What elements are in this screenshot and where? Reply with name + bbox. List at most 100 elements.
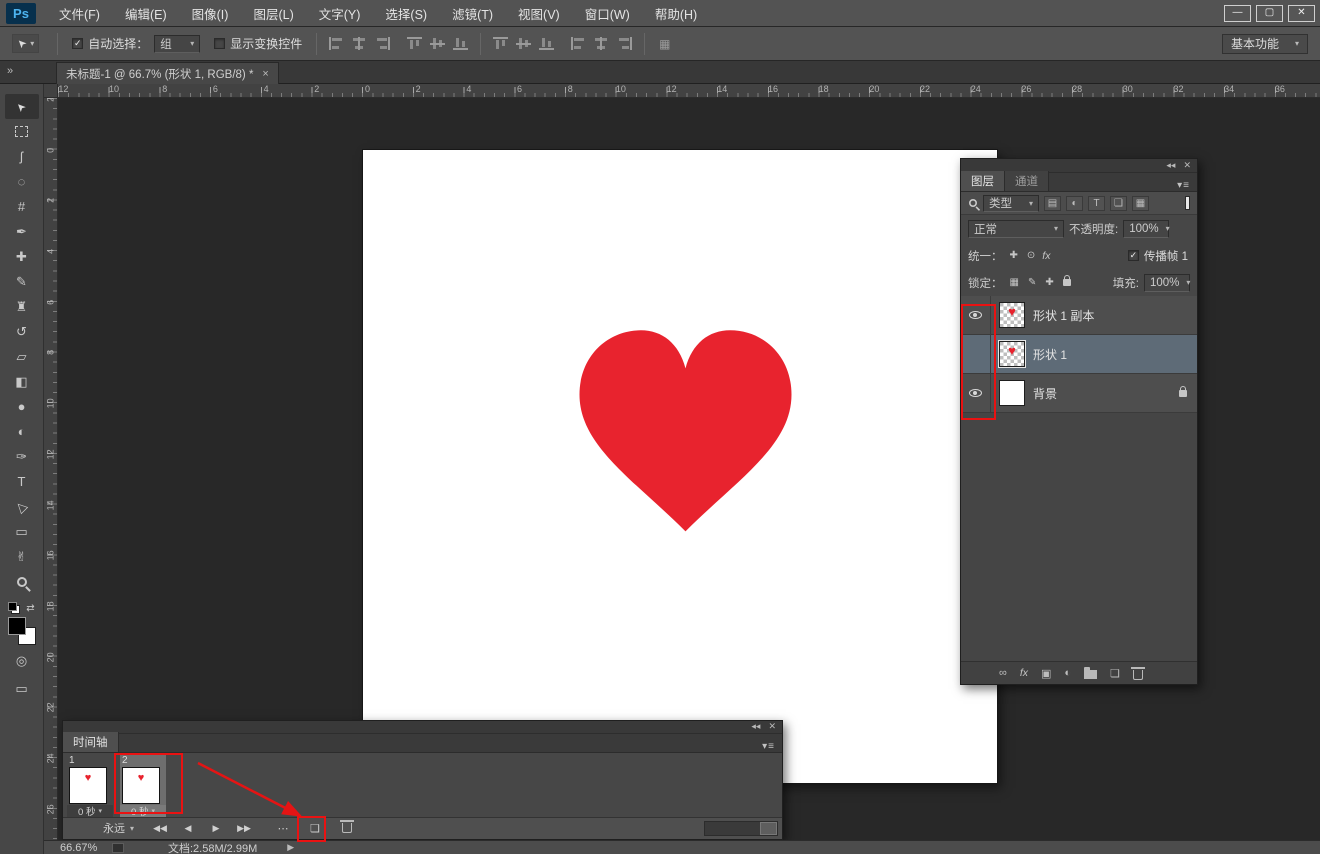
history-brush-tool[interactable]: ↺ — [5, 319, 39, 344]
move-tool[interactable]: ➤ — [5, 94, 39, 119]
align-top-edges-icon[interactable] — [404, 33, 425, 54]
menu-filter[interactable]: 滤镜(T) — [443, 1, 502, 26]
auto-align-layers-icon[interactable]: ▦ — [654, 33, 675, 54]
lock-pixels-icon[interactable]: ✎ — [1028, 277, 1036, 288]
layer-style-icon[interactable]: fx — [1020, 667, 1028, 679]
clone-stamp-tool[interactable]: ♜ — [5, 294, 39, 319]
previous-frame-button[interactable]: ◀ — [176, 823, 200, 834]
align-vertical-centers-icon[interactable] — [427, 33, 448, 54]
panel-menu-icon[interactable]: ▾≡ — [762, 741, 775, 752]
lasso-tool[interactable]: ʃ — [5, 144, 39, 169]
play-button[interactable]: ▶ — [204, 823, 228, 834]
align-right-edges-icon[interactable] — [372, 33, 393, 54]
workspace-switcher[interactable]: 基本功能 — [1222, 34, 1308, 54]
auto-select-target-dropdown[interactable]: 组 — [154, 35, 200, 53]
shape-tool[interactable]: ▭ — [5, 519, 39, 544]
color-swatches[interactable] — [8, 617, 36, 645]
horizontal-ruler[interactable]: 1210864202468101214161820222426283032343… — [58, 84, 1320, 98]
ruler-origin-box[interactable] — [44, 84, 58, 98]
minimize-button[interactable]: — — [1224, 5, 1251, 22]
timeline-scrollbar[interactable] — [704, 821, 778, 836]
menu-select[interactable]: 选择(S) — [376, 1, 436, 26]
filter-adjustment-layers-icon[interactable]: ◐ — [1066, 196, 1083, 211]
lock-transparency-icon[interactable]: ▦ — [1010, 277, 1019, 288]
frame-1[interactable]: 1 0 秒 — [67, 755, 113, 817]
scrollbar-thumb[interactable] — [760, 822, 777, 835]
distribute-bottom-edges-icon[interactable] — [536, 33, 557, 54]
panel-collapse-icon[interactable]: ◂◂ — [751, 721, 760, 732]
distribute-left-edges-icon[interactable] — [568, 33, 589, 54]
distribute-right-edges-icon[interactable] — [614, 33, 635, 54]
app-logo[interactable]: Ps — [6, 3, 36, 24]
document-tab[interactable]: 未标题-1 @ 66.7% (形状 1, RGB/8) * × — [56, 62, 279, 84]
filter-type-layers-icon[interactable]: T — [1088, 196, 1105, 211]
layer-mask-icon[interactable]: ▣ — [1041, 667, 1051, 680]
menu-window[interactable]: 窗口(W) — [576, 1, 639, 26]
unify-position-icon[interactable]: ✚ — [1010, 250, 1018, 261]
layer-row-shape1[interactable]: 形状 1 — [961, 335, 1197, 374]
first-frame-button[interactable]: ◀◀ — [148, 823, 172, 834]
menu-help[interactable]: 帮助(H) — [646, 1, 706, 26]
brush-tool[interactable]: ✎ — [5, 269, 39, 294]
zoom-level-field[interactable]: 66.67% — [60, 842, 112, 854]
status-expand-icon[interactable]: ▶ — [287, 842, 294, 853]
quick-mask-button[interactable]: ◎ — [5, 648, 39, 673]
panel-close-icon[interactable]: ✕ — [768, 721, 776, 732]
distribute-vertical-centers-icon[interactable] — [513, 33, 534, 54]
adjustment-layer-icon[interactable]: ◐ — [1064, 667, 1071, 679]
filter-shape-layers-icon[interactable]: ❏ — [1110, 196, 1127, 211]
crop-tool[interactable]: # — [5, 194, 39, 219]
unify-visibility-icon[interactable]: ⊙ — [1027, 250, 1035, 261]
tab-close-icon[interactable]: × — [262, 68, 268, 80]
delete-frame-button[interactable] — [336, 820, 358, 836]
layer-visibility-toggle[interactable] — [961, 374, 991, 412]
filter-smart-objects-icon[interactable]: ▦ — [1132, 196, 1149, 211]
duplicate-frame-button[interactable]: ❏ — [304, 822, 326, 835]
propagate-frame-checkbox[interactable]: 传播帧 1 — [1128, 248, 1188, 264]
zoom-tool[interactable] — [5, 569, 39, 594]
panel-collapse-icon[interactable]: ◂◂ — [1166, 160, 1175, 171]
hand-tool[interactable]: ✌ — [5, 544, 39, 569]
loop-count-dropdown[interactable]: 永远 — [103, 820, 134, 836]
layer-thumbnail[interactable] — [999, 380, 1025, 406]
pen-tool[interactable]: ✑ — [5, 444, 39, 469]
distribute-top-edges-icon[interactable] — [490, 33, 511, 54]
opacity-dropdown[interactable]: 100% — [1123, 220, 1169, 238]
swap-colors-icon[interactable]: ⇄ — [26, 603, 34, 614]
tab-channels[interactable]: 通道 — [1005, 171, 1049, 191]
new-group-icon[interactable] — [1084, 670, 1097, 679]
menu-view[interactable]: 视图(V) — [509, 1, 569, 26]
dodge-tool[interactable]: ◐ — [5, 419, 39, 444]
align-horizontal-centers-icon[interactable] — [349, 33, 370, 54]
frame-2[interactable]: 2 0 秒 — [120, 755, 166, 817]
layer-thumbnail[interactable] — [999, 302, 1025, 328]
frame-delay-dropdown[interactable]: 0 秒 — [67, 805, 113, 817]
gradient-tool[interactable]: ◧ — [5, 369, 39, 394]
menu-layer[interactable]: 图层(L) — [244, 1, 302, 26]
new-layer-icon[interactable]: ❏ — [1110, 667, 1120, 680]
blend-mode-dropdown[interactable]: 正常 — [968, 220, 1064, 238]
layer-filter-toggle[interactable] — [1185, 196, 1190, 210]
layer-visibility-toggle[interactable] — [961, 335, 991, 373]
tab-layers[interactable]: 图层 — [961, 171, 1005, 191]
distribute-horizontal-centers-icon[interactable] — [591, 33, 612, 54]
show-transform-checkbox[interactable]: 显示变换控件 — [214, 35, 302, 52]
menu-file[interactable]: 文件(F) — [50, 1, 109, 26]
frame-thumbnail[interactable] — [122, 767, 160, 804]
spot-healing-brush-tool[interactable]: ✚ — [5, 244, 39, 269]
lock-all-icon[interactable] — [1063, 279, 1071, 286]
eyedropper-tool[interactable]: ✒ — [5, 219, 39, 244]
horizontal-type-tool[interactable]: T — [5, 469, 39, 494]
menu-edit[interactable]: 编辑(E) — [116, 1, 176, 26]
menu-image[interactable]: 图像(I) — [183, 1, 238, 26]
unify-style-icon[interactable]: fx — [1042, 250, 1050, 262]
layer-thumbnail[interactable] — [999, 341, 1025, 367]
filter-type-dropdown[interactable]: 类型 — [983, 195, 1039, 212]
align-left-edges-icon[interactable] — [326, 33, 347, 54]
filter-pixel-layers-icon[interactable]: ▤ — [1044, 196, 1061, 211]
path-selection-tool[interactable]: ◁ — [5, 494, 39, 519]
lock-position-icon[interactable]: ✚ — [1045, 277, 1053, 288]
panel-close-icon[interactable]: ✕ — [1183, 160, 1191, 171]
tab-timeline[interactable]: 时间轴 — [63, 732, 119, 752]
maximize-button[interactable]: ▢ — [1256, 5, 1283, 22]
